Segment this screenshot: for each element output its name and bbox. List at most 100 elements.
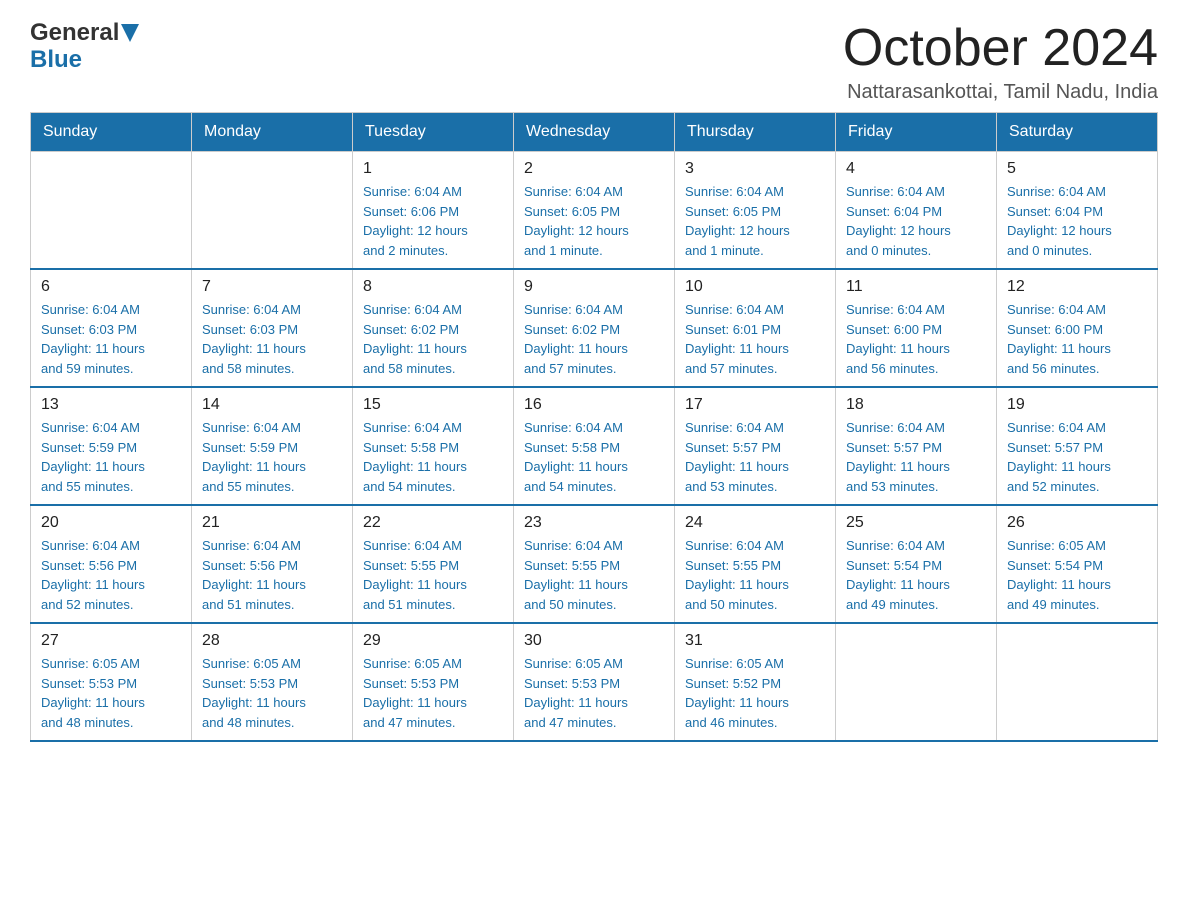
day-info: Sunrise: 6:04 AM Sunset: 6:05 PM Dayligh… xyxy=(524,182,664,260)
day-number: 18 xyxy=(846,396,986,414)
day-info: Sunrise: 6:04 AM Sunset: 5:57 PM Dayligh… xyxy=(685,418,825,496)
day-info: Sunrise: 6:05 AM Sunset: 5:53 PM Dayligh… xyxy=(202,654,342,732)
logo-triangle-icon xyxy=(121,24,139,47)
day-number: 30 xyxy=(524,632,664,650)
calendar-week-row: 27 Sunrise: 6:05 AM Sunset: 5:53 PM Dayli… xyxy=(31,623,1158,741)
day-info: Sunrise: 6:05 AM Sunset: 5:52 PM Dayligh… xyxy=(685,654,825,732)
logo-general-text: General xyxy=(30,20,119,46)
table-row: 8Sunrise: 6:04 AM Sunset: 6:02 PM Daylig… xyxy=(353,269,514,387)
table-row: 17 Sunrise: 6:04 AM Sunset: 5:57 PM Dayli… xyxy=(675,387,836,505)
table-row: 1 Sunrise: 6:04 AM Sunset: 6:06 PM Daylig… xyxy=(353,152,514,270)
table-row: 31 Sunrise: 6:05 AM Sunset: 5:52 PM Dayli… xyxy=(675,623,836,741)
table-row: 7 Sunrise: 6:04 AM Sunset: 6:03 PM Daylig… xyxy=(192,269,353,387)
day-info: Sunrise: 6:04 AM Sunset: 5:56 PM Dayligh… xyxy=(202,536,342,614)
table-row: 19 Sunrise: 6:04 AM Sunset: 5:57 PM Dayli… xyxy=(997,387,1158,505)
table-row: 21 Sunrise: 6:04 AM Sunset: 5:56 PM Dayli… xyxy=(192,505,353,623)
day-number: 21 xyxy=(202,514,342,532)
table-row: 11 Sunrise: 6:04 AM Sunset: 6:00 PM Dayli… xyxy=(836,269,997,387)
day-info: Sunrise: 6:05 AM Sunset: 5:54 PM Dayligh… xyxy=(1007,536,1147,614)
day-info: Sunrise: 6:04 AM Sunset: 6:00 PM Dayligh… xyxy=(1007,300,1147,378)
day-number: 13 xyxy=(41,396,181,414)
header-tuesday: Tuesday xyxy=(353,113,514,152)
table-row: 2 Sunrise: 6:04 AM Sunset: 6:05 PM Daylig… xyxy=(514,152,675,270)
month-title: October 2024 xyxy=(843,20,1158,77)
table-row: 24 Sunrise: 6:04 AM Sunset: 5:55 PM Dayli… xyxy=(675,505,836,623)
day-info: Sunrise: 6:04 AM Sunset: 6:02 PM Dayligh… xyxy=(363,300,503,378)
day-info: Sunrise: 6:04 AM Sunset: 6:03 PM Dayligh… xyxy=(202,300,342,378)
day-info: Sunrise: 6:04 AM Sunset: 5:54 PM Dayligh… xyxy=(846,536,986,614)
day-number: 27 xyxy=(41,632,181,650)
day-number: 22 xyxy=(363,514,503,532)
calendar-week-row: 6 Sunrise: 6:04 AM Sunset: 6:03 PM Daylig… xyxy=(31,269,1158,387)
table-row: 10 Sunrise: 6:04 AM Sunset: 6:01 PM Dayli… xyxy=(675,269,836,387)
table-row: 5 Sunrise: 6:04 AM Sunset: 6:04 PM Daylig… xyxy=(997,152,1158,270)
day-info: Sunrise: 6:04 AM Sunset: 5:55 PM Dayligh… xyxy=(524,536,664,614)
day-info: Sunrise: 6:04 AM Sunset: 5:58 PM Dayligh… xyxy=(524,418,664,496)
day-info: Sunrise: 6:04 AM Sunset: 5:57 PM Dayligh… xyxy=(1007,418,1147,496)
day-number: 17 xyxy=(685,396,825,414)
header-wednesday: Wednesday xyxy=(514,113,675,152)
day-number: 23 xyxy=(524,514,664,532)
day-info: Sunrise: 6:04 AM Sunset: 6:00 PM Dayligh… xyxy=(846,300,986,378)
table-row xyxy=(31,152,192,270)
day-number: 19 xyxy=(1007,396,1147,414)
day-number: 14 xyxy=(202,396,342,414)
table-row: 9Sunrise: 6:04 AM Sunset: 6:02 PM Daylig… xyxy=(514,269,675,387)
day-number: 26 xyxy=(1007,514,1147,532)
day-info: Sunrise: 6:05 AM Sunset: 5:53 PM Dayligh… xyxy=(363,654,503,732)
table-row: 3Sunrise: 6:04 AM Sunset: 6:05 PM Daylig… xyxy=(675,152,836,270)
table-row: 22 Sunrise: 6:04 AM Sunset: 5:55 PM Dayli… xyxy=(353,505,514,623)
title-block: October 2024 Nattarasankottai, Tamil Nad… xyxy=(843,20,1158,104)
logo: General Blue xyxy=(30,20,139,73)
day-info: Sunrise: 6:04 AM Sunset: 5:59 PM Dayligh… xyxy=(41,418,181,496)
day-number: 11 xyxy=(846,278,986,296)
calendar-week-row: 1 Sunrise: 6:04 AM Sunset: 6:06 PM Daylig… xyxy=(31,152,1158,270)
table-row xyxy=(997,623,1158,741)
day-number: 25 xyxy=(846,514,986,532)
table-row: 16Sunrise: 6:04 AM Sunset: 5:58 PM Dayli… xyxy=(514,387,675,505)
table-row: 26 Sunrise: 6:05 AM Sunset: 5:54 PM Dayli… xyxy=(997,505,1158,623)
table-row: 27Sunrise: 6:05 AM Sunset: 5:53 PM Dayli… xyxy=(31,623,192,741)
header-sunday: Sunday xyxy=(31,113,192,152)
day-info: Sunrise: 6:04 AM Sunset: 6:05 PM Dayligh… xyxy=(685,182,825,260)
day-info: Sunrise: 6:04 AM Sunset: 6:03 PM Dayligh… xyxy=(41,300,181,378)
table-row: 14Sunrise: 6:04 AM Sunset: 5:59 PM Dayli… xyxy=(192,387,353,505)
table-row: 6 Sunrise: 6:04 AM Sunset: 6:03 PM Daylig… xyxy=(31,269,192,387)
day-info: Sunrise: 6:04 AM Sunset: 5:55 PM Dayligh… xyxy=(685,536,825,614)
table-row: 25 Sunrise: 6:04 AM Sunset: 5:54 PM Dayli… xyxy=(836,505,997,623)
calendar-week-row: 20Sunrise: 6:04 AM Sunset: 5:56 PM Dayli… xyxy=(31,505,1158,623)
table-row: 18Sunrise: 6:04 AM Sunset: 5:57 PM Dayli… xyxy=(836,387,997,505)
day-number: 2 xyxy=(524,160,664,178)
table-row: 29 Sunrise: 6:05 AM Sunset: 5:53 PM Dayli… xyxy=(353,623,514,741)
day-number: 31 xyxy=(685,632,825,650)
day-number: 5 xyxy=(1007,160,1147,178)
day-number: 4 xyxy=(846,160,986,178)
table-row: 13 Sunrise: 6:04 AM Sunset: 5:59 PM Dayli… xyxy=(31,387,192,505)
day-info: Sunrise: 6:04 AM Sunset: 6:04 PM Dayligh… xyxy=(846,182,986,260)
day-number: 1 xyxy=(363,160,503,178)
day-number: 10 xyxy=(685,278,825,296)
day-info: Sunrise: 6:04 AM Sunset: 5:55 PM Dayligh… xyxy=(363,536,503,614)
logo-blue-text: Blue xyxy=(30,47,82,73)
day-info: Sunrise: 6:04 AM Sunset: 6:06 PM Dayligh… xyxy=(363,182,503,260)
day-number: 9 xyxy=(524,278,664,296)
table-row xyxy=(192,152,353,270)
table-row xyxy=(836,623,997,741)
calendar-table: Sunday Monday Tuesday Wednesday Thursday… xyxy=(30,112,1158,742)
header-monday: Monday xyxy=(192,113,353,152)
table-row: 20Sunrise: 6:04 AM Sunset: 5:56 PM Dayli… xyxy=(31,505,192,623)
day-number: 6 xyxy=(41,278,181,296)
day-info: Sunrise: 6:04 AM Sunset: 6:04 PM Dayligh… xyxy=(1007,182,1147,260)
day-number: 29 xyxy=(363,632,503,650)
table-row: 23 Sunrise: 6:04 AM Sunset: 5:55 PM Dayli… xyxy=(514,505,675,623)
day-number: 7 xyxy=(202,278,342,296)
header-thursday: Thursday xyxy=(675,113,836,152)
day-info: Sunrise: 6:04 AM Sunset: 6:01 PM Dayligh… xyxy=(685,300,825,378)
day-number: 12 xyxy=(1007,278,1147,296)
calendar-header-row: Sunday Monday Tuesday Wednesday Thursday… xyxy=(31,113,1158,152)
day-info: Sunrise: 6:04 AM Sunset: 5:58 PM Dayligh… xyxy=(363,418,503,496)
day-number: 24 xyxy=(685,514,825,532)
header-friday: Friday xyxy=(836,113,997,152)
header-saturday: Saturday xyxy=(997,113,1158,152)
table-row: 4 Sunrise: 6:04 AM Sunset: 6:04 PM Daylig… xyxy=(836,152,997,270)
